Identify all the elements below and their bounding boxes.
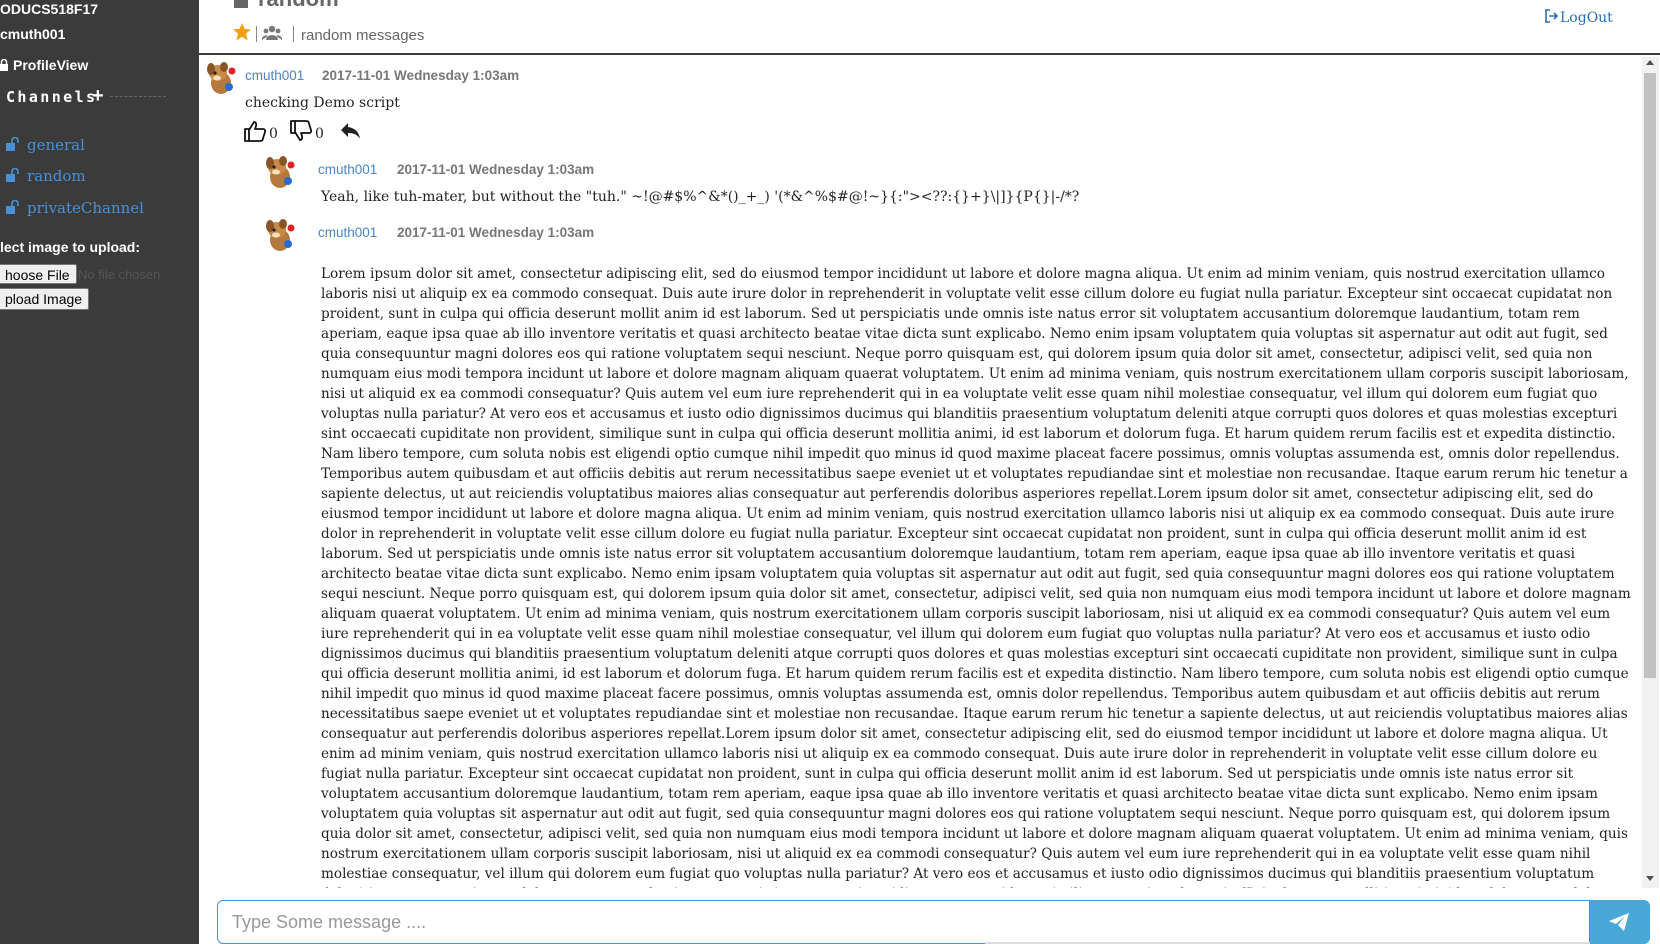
scrollbar-thumb[interactable]: [1644, 73, 1656, 678]
channel-purpose: random messages: [301, 27, 425, 44]
dislike-count: 0: [315, 126, 324, 142]
unlock-icon: [6, 168, 19, 182]
star-icon[interactable]: [232, 22, 252, 42]
upload-image-label: lect image to upload:: [0, 239, 141, 255]
channel-title-icon: [234, 0, 248, 8]
channel-item-general[interactable]: general: [6, 136, 85, 154]
profile-view-label: ProfileView: [13, 57, 89, 73]
scroll-up-arrow-icon[interactable]: [1646, 60, 1654, 65]
lock-icon: [0, 59, 8, 71]
channel-label: general: [27, 136, 85, 154]
sidebar: ODUCS518F17 cmuth001 ProfileView Channel…: [0, 0, 199, 944]
message-text: checking Demo script: [245, 95, 400, 111]
channel-label: random: [27, 167, 86, 185]
logout-icon: [1545, 9, 1559, 23]
avatar: [266, 219, 295, 251]
team-name: ODUCS518F17: [0, 1, 99, 17]
channel-item-privatechannel[interactable]: privateChannel: [6, 199, 144, 217]
logout-link[interactable]: LogOut: [1545, 9, 1613, 26]
channel-item-random[interactable]: random: [6, 167, 86, 185]
send-icon: [1609, 913, 1629, 931]
thumbs-up-icon[interactable]: [243, 119, 267, 143]
scroll-down-arrow-icon[interactable]: [1646, 876, 1654, 881]
message-text: Lorem ipsum dolor sit amet, consectetur …: [321, 266, 1631, 888]
channels-header: Channels: [6, 88, 98, 106]
channel-title: random: [258, 0, 339, 12]
like-count: 0: [269, 126, 278, 142]
header-separator: [293, 26, 294, 42]
message-text: Yeah, like tuh-mater, but without the "t…: [321, 189, 1080, 205]
unlock-icon: [6, 200, 19, 214]
channel-label: privateChannel: [27, 199, 144, 217]
current-username: cmuth001: [0, 26, 66, 42]
message-input[interactable]: [217, 900, 1590, 944]
avatar: [207, 62, 236, 94]
message-username[interactable]: cmuth001: [318, 225, 377, 240]
reply-icon[interactable]: [339, 121, 361, 141]
unlock-icon: [6, 137, 19, 151]
message-username[interactable]: cmuth001: [245, 68, 304, 83]
message-timestamp: 2017-11-01 Wednesday 1:03am: [322, 68, 520, 83]
no-file-chosen-text: No file chosen: [78, 267, 161, 282]
avatar: [266, 156, 295, 188]
message-username[interactable]: cmuth001: [318, 162, 377, 177]
add-channel-plus-icon[interactable]: +: [92, 85, 104, 108]
message-timestamp: 2017-11-01 Wednesday 1:03am: [397, 225, 595, 240]
choose-file-button[interactable]: hoose File: [0, 264, 77, 284]
send-button[interactable]: [1590, 900, 1650, 944]
thumbs-down-icon[interactable]: [289, 119, 313, 143]
users-icon[interactable]: [262, 24, 282, 42]
message-timestamp: 2017-11-01 Wednesday 1:03am: [397, 162, 595, 177]
message-list: cmuth001 2017-11-01 Wednesday 1:03am che…: [199, 55, 1642, 888]
logout-label: LogOut: [1560, 10, 1613, 26]
header-separator: [256, 26, 257, 42]
upload-image-button[interactable]: pload Image: [0, 288, 90, 310]
channels-divider: [110, 96, 166, 97]
profile-view-link[interactable]: ProfileView: [0, 57, 88, 73]
